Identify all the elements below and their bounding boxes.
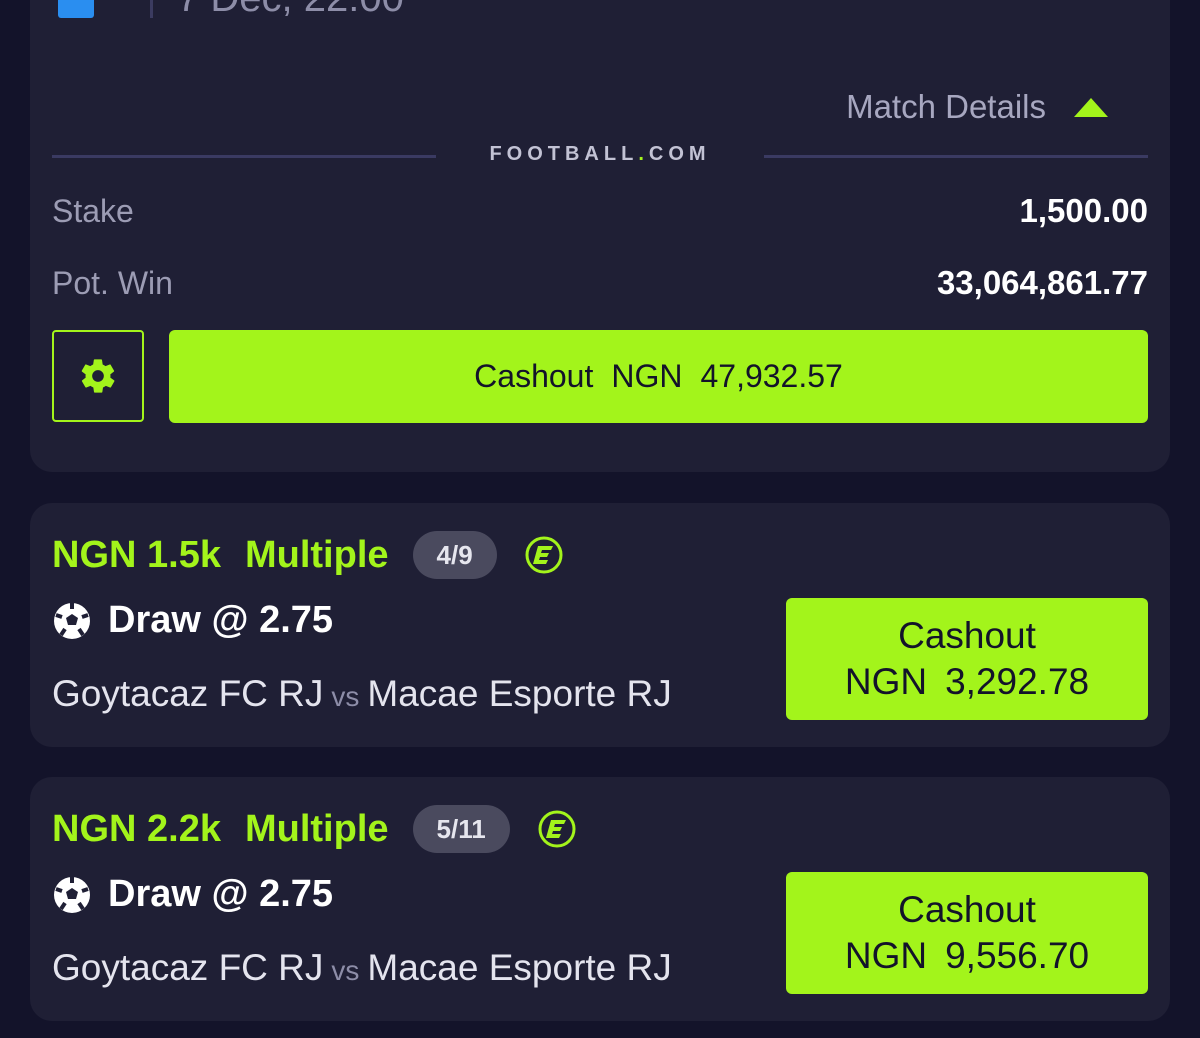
- soccer-ball-icon: [54, 602, 90, 639]
- selection-text: Draw @ 2.75: [108, 599, 334, 641]
- home-team: Goytacaz FC RJ: [52, 673, 324, 714]
- away-team: Macae Esporte RJ: [367, 673, 672, 714]
- soccer-ball-icon: [54, 876, 90, 913]
- cashout-label: Cashout: [474, 358, 594, 394]
- open-bet-card[interactable]: NGN 2.2k Multiple 5/11 Draw @ 2.75 Goyta…: [30, 777, 1170, 1021]
- match-details-label: Match Details: [846, 88, 1046, 125]
- pot-win-row: Pot. Win 33,064,861.77: [52, 264, 1148, 302]
- stake-value: 1,500.00: [1019, 192, 1148, 229]
- gear-icon: [81, 359, 115, 393]
- bet-type: Multiple: [244, 807, 389, 850]
- cashout-button[interactable]: Cashout NGN 47,932.57: [169, 330, 1148, 423]
- triangle-up-icon: [1074, 97, 1108, 117]
- cashout-amount: 3,292.78: [945, 661, 1090, 702]
- bet-selection: Draw @ 2.75: [52, 873, 333, 916]
- bet-progress-badge: 4/9: [412, 531, 497, 579]
- brand-divider: FOOTBALL.COM: [52, 143, 1148, 173]
- stake-label: Stake: [52, 192, 134, 229]
- bet-date: 7 Dec, 22:00: [177, 0, 404, 18]
- divider-line-right: [764, 155, 1148, 158]
- vs-label: vs: [331, 955, 360, 986]
- bet-amount: NGN 1.5k: [52, 533, 221, 576]
- divider: [150, 0, 153, 18]
- home-team: Goytacaz FC RJ: [52, 947, 324, 988]
- selection-text: Draw @ 2.75: [108, 873, 334, 915]
- cashout-settings-button[interactable]: [52, 330, 144, 422]
- vs-label: vs: [331, 681, 360, 712]
- cashout-amount-row: NGN 3,292.78: [845, 659, 1089, 705]
- match-teams: Goytacaz FC RJ vs Macae Esporte RJ: [52, 673, 672, 715]
- cashout-button[interactable]: Cashout NGN 9,556.70: [786, 872, 1148, 994]
- bet-header: NGN 1.5k Multiple 4/9: [52, 531, 563, 579]
- cashout-currency: NGN: [844, 661, 928, 702]
- pot-win-value: 33,064,861.77: [936, 264, 1148, 301]
- cashout-label: Cashout: [898, 615, 1036, 656]
- match-details-toggle[interactable]: Match Details: [846, 88, 1108, 126]
- cashout-label: Cashout: [898, 889, 1036, 930]
- match-teams: Goytacaz FC RJ vs Macae Esporte RJ: [52, 947, 672, 989]
- cashout-currency: NGN: [844, 935, 928, 976]
- cashout-amount: 9,556.70: [945, 935, 1090, 976]
- open-bet-card-expanded: 7 Dec, 22:00 Match Details FOOTBALL.COM …: [30, 0, 1170, 472]
- bet-type: Multiple: [244, 533, 389, 576]
- cashout-amount-row: NGN 9,556.70: [845, 933, 1089, 979]
- e-badge-icon: [525, 536, 563, 574]
- bet-progress-badge: 5/11: [412, 805, 510, 853]
- bet-selection: Draw @ 2.75: [52, 599, 333, 642]
- calendar-icon: [58, 0, 94, 18]
- cashout-button[interactable]: Cashout NGN 3,292.78: [786, 598, 1148, 720]
- bet-header: NGN 2.2k Multiple 5/11: [52, 805, 576, 853]
- cashout-amount: 47,932.57: [700, 358, 843, 394]
- away-team: Macae Esporte RJ: [367, 947, 672, 988]
- e-badge-icon: [538, 810, 576, 848]
- open-bet-card[interactable]: NGN 1.5k Multiple 4/9 Draw @ 2.75 Goytac…: [30, 503, 1170, 747]
- bet-date-row: 7 Dec, 22:00: [58, 0, 404, 18]
- bet-amount: NGN 2.2k: [52, 807, 221, 850]
- cashout-currency: NGN: [611, 358, 683, 394]
- bet-history-page: 7 Dec, 22:00 Match Details FOOTBALL.COM …: [0, 0, 1200, 1038]
- stake-row: Stake 1,500.00: [52, 192, 1148, 230]
- pot-win-label: Pot. Win: [52, 264, 173, 301]
